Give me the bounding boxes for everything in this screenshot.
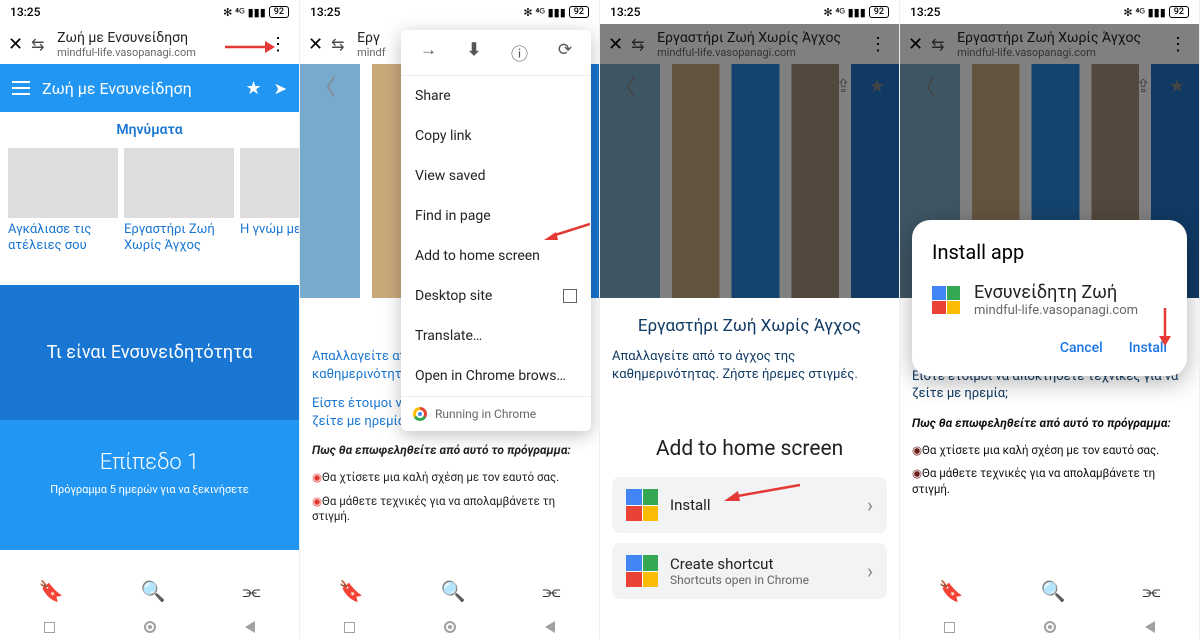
nav-home[interactable] [144,621,156,633]
reload-icon[interactable]: ⟳ [558,40,572,65]
status-bar: 13:25 ✻ ⁴ᴳ ▮▮▮ 92 [0,0,299,24]
app-header: Ζωή με Ενσυνείδηση ★ ➤ [0,64,299,112]
sheet-title: Add to home screen [612,437,887,461]
menu-footer: Running in Chrome [401,396,591,431]
article-title: Εργαστήρι Ζωή Χωρίς Άγχος [600,298,899,348]
android-nav [0,615,299,639]
dialog-app-name: Ενσυνείδητη Ζωή [974,282,1138,303]
bookmark-icon[interactable]: 🔖 [939,579,964,603]
hamburger-icon[interactable] [12,81,30,95]
translate-icon[interactable]: ⇆ [331,35,349,54]
chrome-bottom-bar: 🔖 🔍 ⫘ [0,567,299,615]
forward-icon[interactable]: → [420,40,437,65]
status-time: 13:25 [10,5,40,19]
status-bar: 13:25 ✻ ⁴ᴳ ▮▮▮ 92 [600,0,899,24]
chevron-right-icon: › [867,493,873,517]
install-dialog: Install app Ενσυνείδητη Ζωή mindful-life… [912,220,1187,376]
star-icon[interactable]: ★ [245,78,261,99]
app-icon [932,286,960,314]
card-2[interactable]: Εργαστήρι Ζωή Χωρίς Άγχος [124,148,234,255]
promo-card-1[interactable]: Τι είναι Ενσυνειδητότητα [0,285,299,420]
share-icon[interactable]: ⇪ [836,76,851,97]
status-bar: 13:25 ✻ ⁴ᴳ ▮▮▮ 92 [900,0,1199,24]
share-icon[interactable]: ⫘ [242,579,260,603]
sheet-shortcut[interactable]: Create shortcut Shortcuts open in Chrome… [612,543,887,599]
menu-find[interactable]: Find in page [401,196,591,236]
back-icon[interactable]: 〈 [314,70,336,102]
menu-translate[interactable]: Translate… [401,316,591,356]
bookmark-icon[interactable]: 🔖 [339,579,364,603]
nav-back[interactable] [245,621,255,633]
translate-icon[interactable]: ⇆ [31,35,49,54]
chrome-icon [413,407,427,421]
promo-card-2[interactable]: Επίπεδο 1 Πρόγραμμα 5 ημερών για να ξεκι… [0,420,299,550]
translate-icon[interactable]: ⇆ [931,35,949,54]
share-icon[interactable]: ⫘ [1142,579,1160,603]
chrome-tab-bar: ✕ ⇆ Ζωή με Ενσυνείδηση mindful-life.vaso… [0,24,299,64]
star-icon[interactable]: ★ [1169,76,1185,97]
messages-heading: Μηνύματα [0,112,299,148]
share-icon[interactable]: ⇪ [1136,76,1151,97]
info-icon[interactable]: ⓘ [511,40,528,65]
star-icon[interactable]: ★ [869,76,885,97]
translate-icon[interactable]: ⇆ [631,35,649,54]
chrome-menu: → ⬇ ⓘ ⟳ Share Copy link View saved Find … [401,30,591,431]
close-icon[interactable]: ✕ [608,34,623,55]
app-icon [626,489,658,521]
menu-copy-link[interactable]: Copy link [401,116,591,156]
more-icon[interactable]: ⋮ [265,34,291,55]
send-icon[interactable]: ➤ [274,79,287,98]
bookmark-icon[interactable]: 🔖 [39,579,64,603]
more-icon[interactable]: ⋮ [865,34,891,55]
close-icon[interactable]: ✕ [908,34,923,55]
download-icon[interactable]: ⬇ [467,40,481,65]
cancel-button[interactable]: Cancel [1060,340,1103,356]
dialog-title: Install app [932,240,1167,264]
search-icon[interactable]: 🔍 [441,579,466,603]
shortcut-icon [626,555,658,587]
phone-3: 13:25 ✻ ⁴ᴳ ▮▮▮ 92 ✕ ⇆ Εργαστήρι Ζωή Χωρί… [600,0,900,639]
share-icon[interactable]: ⫘ [542,579,560,603]
dialog-app-url: mindful-life.vasopanagi.com [974,303,1138,318]
more-icon[interactable]: ⋮ [1165,34,1191,55]
card-1[interactable]: Αγκάλιασε τις ατέλειες σου [8,148,118,255]
cards-row: Αγκάλιασε τις ατέλειες σου Εργαστήρι Ζωή… [0,148,299,255]
hero-image: 〈 ⇪ ★ [600,64,899,298]
chrome-bottom-bar: 🔖 🔍 ⫘ [900,567,1199,615]
install-button[interactable]: Install [1129,340,1167,356]
signal-icon: ▮▮▮ [248,6,266,19]
chrome-bottom-bar: 🔖 🔍 ⫘ [300,567,599,615]
phone-1: 13:25 ✻ ⁴ᴳ ▮▮▮ 92 ✕ ⇆ Ζωή με Ενσυνείδηση… [0,0,300,639]
close-icon[interactable]: ✕ [8,34,23,55]
menu-view-saved[interactable]: View saved [401,156,591,196]
menu-add-home[interactable]: Add to home screen [401,236,591,276]
close-icon[interactable]: ✕ [308,34,323,55]
chrome-tab-bar: ✕ ⇆ Εργαστήρι Ζωή Χωρίς Άγχος mindful-li… [900,24,1199,64]
menu-desktop-site[interactable]: Desktop site [401,276,591,316]
battery-icon: 92 [269,6,289,18]
menu-open-chrome[interactable]: Open in Chrome brows… [401,356,591,396]
phone-4: 13:25 ✻ ⁴ᴳ ▮▮▮ 92 ✕ ⇆ Εργαστήρι Ζωή Χωρί… [900,0,1200,639]
back-icon[interactable]: 〈 [914,70,936,102]
checkbox-icon[interactable] [563,289,577,303]
card-3[interactable]: Η γνώμ μετρά [240,148,299,255]
phone-2: 13:25 ✻ ⁴ᴳ ▮▮▮ 92 ✕ ⇆ Εργ mindf 〈 Εργαστ… [300,0,600,639]
search-icon[interactable]: 🔍 [141,579,166,603]
status-bar: 13:25 ✻ ⁴ᴳ ▮▮▮ 92 [300,0,599,24]
chevron-right-icon: › [867,559,873,583]
nav-recent[interactable] [44,622,55,633]
chrome-tab-bar: ✕ ⇆ Εργαστήρι Ζωή Χωρίς Άγχος mindful-li… [600,24,899,64]
search-icon[interactable]: 🔍 [1041,579,1066,603]
add-to-home-sheet: Add to home screen Install › Create shor… [600,419,899,639]
tab-url: mindful-life.vasopanagi.com [57,46,257,59]
tab-title: Ζωή με Ενσυνείδηση [57,30,257,46]
back-icon[interactable]: 〈 [614,70,636,102]
menu-share[interactable]: Share [401,76,591,116]
app-title: Ζωή με Ενσυνείδηση [42,79,233,98]
sheet-install[interactable]: Install › [612,477,887,533]
